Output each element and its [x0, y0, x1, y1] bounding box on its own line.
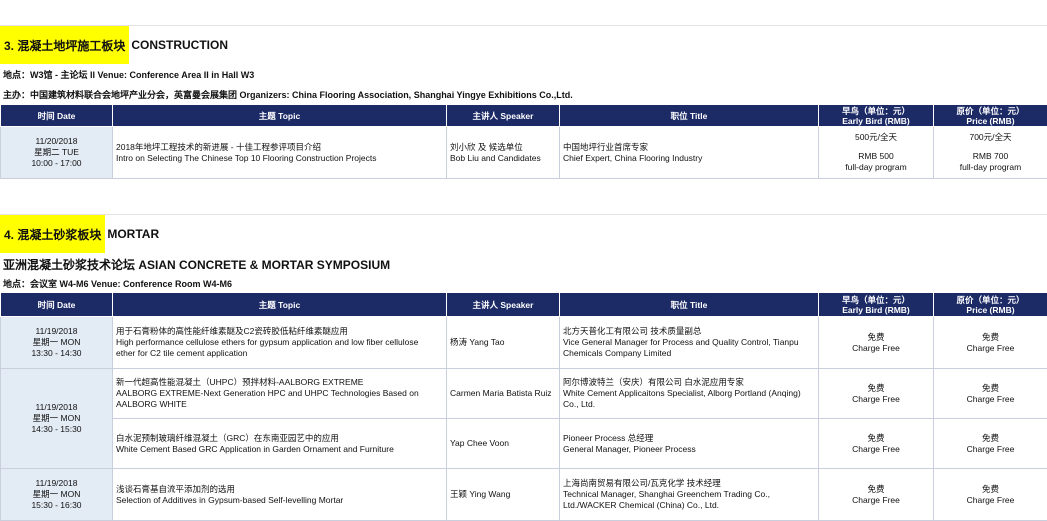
session-topic: 用于石膏粉体的高性能纤维素醚及C2瓷砖胶低粘纤维素醚应用 High perfor…	[112, 316, 447, 369]
regular-price: 免费 Charge Free	[933, 368, 1047, 419]
section-3-heading: 3. 混凝土地坪施工板块 CONSTRUCTION	[0, 26, 228, 64]
session-speaker: 王颖 Ying Wang	[446, 468, 560, 521]
speaker-title: 阿尔博波特兰（安庆）有限公司 白水泥应用专家 White Cement Appl…	[559, 368, 819, 419]
regular-price: 免费 Charge Free	[933, 468, 1047, 521]
table-row: 11/19/2018 星期一 MON 14:30 - 15:30 新一代超高性能…	[0, 368, 1047, 469]
table-row: 11/20/2018 星期二 TUE 10:00 - 17:00 2018年地坪…	[0, 126, 1047, 179]
session-topic: 白水泥预制玻璃纤维混凝土（GRC）在东南亚园艺中的应用 White Cement…	[112, 418, 447, 469]
speaker-title: Pioneer Process 总经理 General Manager, Pio…	[559, 418, 819, 469]
header-early-bird: 早鸟（单位：元） Early Bird (RMB)	[818, 104, 934, 127]
table-row: 白水泥预制玻璃纤维混凝土（GRC）在东南亚园艺中的应用 White Cement…	[1, 418, 1047, 469]
header-speaker: 主讲人 Speaker	[446, 104, 560, 127]
early-bird-price: 500元/全天 RMB 500 full-day program	[818, 126, 934, 179]
table-row: 11/19/2018 星期一 MON 13:30 - 14:30 用于石膏粉体的…	[0, 316, 1047, 369]
header-early-bird: 早鸟（单位：元） Early Bird (RMB)	[818, 292, 934, 317]
section-4-title-en: MORTAR	[107, 227, 160, 241]
early-bird-price: 免费 Charge Free	[818, 468, 934, 521]
session-date: 11/19/2018 星期一 MON 13:30 - 14:30	[0, 316, 113, 369]
regular-price: 700元/全天 RMB 700 full-day program	[933, 126, 1047, 179]
section-4-location: 地点：会议室 W4-M6 Venue: Conference Room W4-M…	[3, 279, 233, 289]
session-topic: 浅谈石膏基自流平添加剂的选用 Selection of Additives in…	[112, 468, 447, 521]
early-bird-price: 免费 Charge Free	[818, 418, 934, 469]
table-header-row: 时间 Date 主题 Topic 主讲人 Speaker 职位 Title 早鸟…	[0, 292, 1047, 317]
header-date: 时间 Date	[0, 292, 113, 317]
section-4-title-cn: 4. 混凝土砂浆板块	[0, 215, 106, 253]
session-date: 11/20/2018 星期二 TUE 10:00 - 17:00	[0, 126, 113, 179]
section-3-location: 地点：W3馆 - 主论坛 II Venue: Conference Area I…	[3, 70, 255, 80]
header-title: 职位 Title	[559, 104, 819, 127]
regular-price: 免费 Charge Free	[933, 316, 1047, 369]
session-speaker: 杨涛 Yang Tao	[446, 316, 560, 369]
header-price: 原价（单位：元） Price (RMB)	[933, 104, 1047, 127]
session-topic: 新一代超高性能混凝土（UHPC）预拌材料-AALBORG EXTREME AAL…	[112, 368, 447, 419]
section-3-title-cn: 3. 混凝土地坪施工板块	[0, 26, 130, 64]
regular-price: 免费 Charge Free	[933, 418, 1047, 469]
session-speaker: Yap Chee Voon	[446, 418, 560, 469]
session-speaker: Carmen Maria Batista Ruiz	[446, 368, 560, 419]
header-title: 职位 Title	[559, 292, 819, 317]
session-date: 11/19/2018 星期一 MON 14:30 - 15:30	[0, 368, 113, 469]
section-3-title-en: CONSTRUCTION	[131, 38, 229, 52]
header-price: 原价（单位：元） Price (RMB)	[933, 292, 1047, 317]
section-4-schedule-table: 时间 Date 主题 Topic 主讲人 Speaker 职位 Title 早鸟…	[0, 292, 1047, 521]
table-row: 11/19/2018 星期一 MON 15:30 - 16:30 浅谈石膏基自流…	[0, 468, 1047, 521]
session-speaker: 刘小欣 及 候选单位 Bob Liu and Candidates	[446, 126, 560, 179]
session-date: 11/19/2018 星期一 MON 15:30 - 16:30	[0, 468, 113, 521]
header-speaker: 主讲人 Speaker	[446, 292, 560, 317]
header-topic: 主题 Topic	[112, 292, 447, 317]
section-3-organizer: 主办：中国建筑材料联合会地坪产业分会，英富曼会展集团 Organizers: C…	[3, 90, 573, 100]
section-4-heading: 4. 混凝土砂浆板块 MORTAR	[0, 215, 159, 253]
header-date: 时间 Date	[0, 104, 113, 127]
early-bird-price: 免费 Charge Free	[818, 316, 934, 369]
symposium-title: 亚洲混凝土砂浆技术论坛 ASIAN CONCRETE & MORTAR SYMP…	[3, 258, 391, 272]
speaker-title: 中国地坪行业首席专家 Chief Expert, China Flooring …	[559, 126, 819, 179]
early-bird-price: 免费 Charge Free	[818, 368, 934, 419]
section-3-schedule-table: 时间 Date 主题 Topic 主讲人 Speaker 职位 Title 早鸟…	[0, 104, 1047, 179]
speaker-title: 北方天普化工有限公司 技术质量副总 Vice General Manager f…	[559, 316, 819, 369]
speaker-title: 上海尚南贸易有限公司/瓦克化学 技术经理 Technical Manager, …	[559, 468, 819, 521]
table-header-row: 时间 Date 主题 Topic 主讲人 Speaker 职位 Title 早鸟…	[0, 104, 1047, 127]
header-topic: 主题 Topic	[112, 104, 447, 127]
session-topic: 2018年地坪工程技术的新进展 - 十佳工程参评项目介绍 Intro on Se…	[112, 126, 447, 179]
